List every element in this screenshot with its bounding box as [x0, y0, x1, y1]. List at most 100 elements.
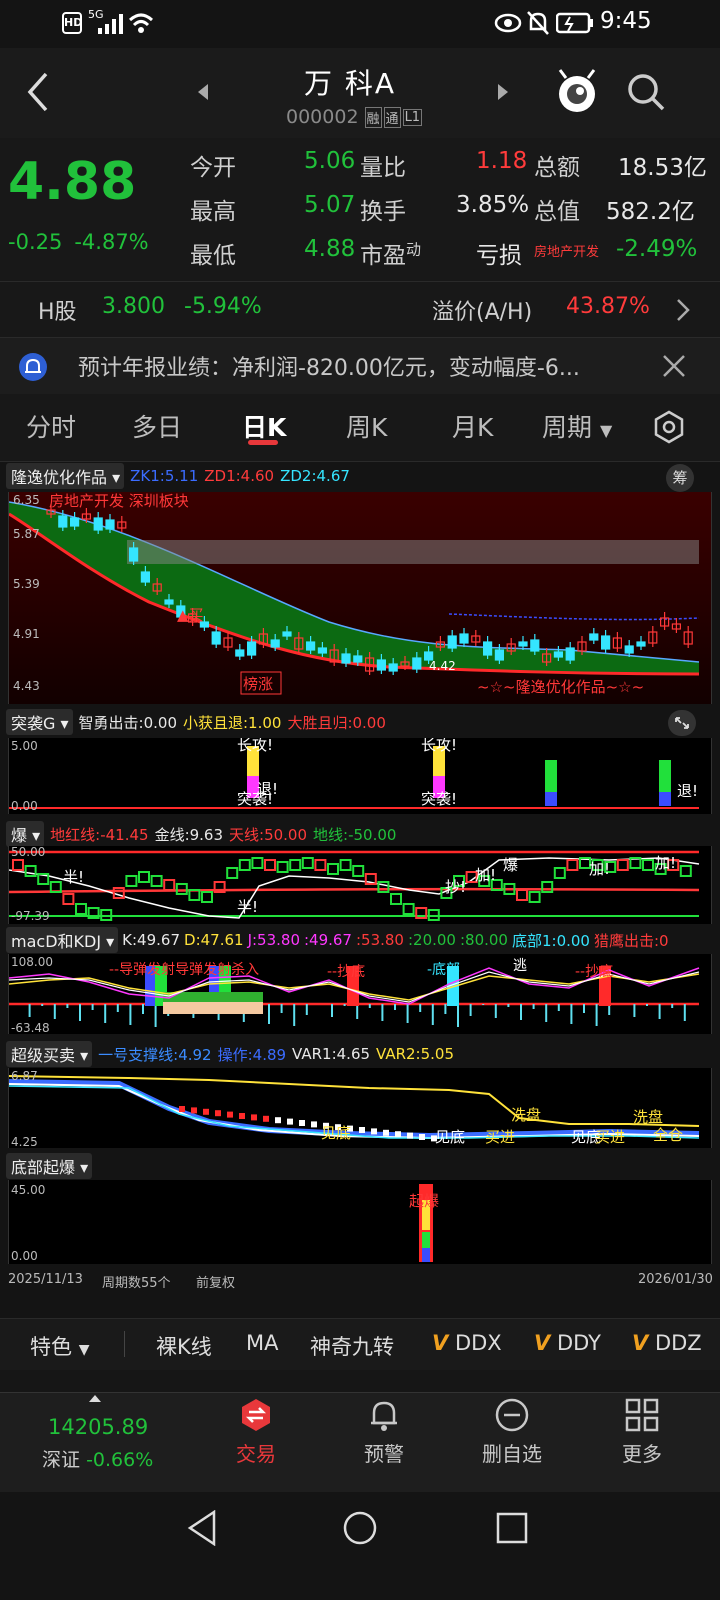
ind1-b: 小获且退:1.00	[182, 713, 282, 732]
prev-stock-icon[interactable]	[196, 82, 210, 102]
feature-naked-k[interactable]: 裸K线	[156, 1331, 212, 1361]
candle-body	[589, 633, 599, 641]
back-triangle-icon[interactable]	[186, 1510, 218, 1546]
active-tab-indicator	[248, 440, 278, 445]
feature-nine-turn[interactable]: 神奇九转	[310, 1331, 394, 1361]
ind1-bar	[659, 792, 671, 806]
feature-toolbar: 特色 ▼ 裸K线 MA 神奇九转 V DDX V DDY V DDZ	[0, 1318, 720, 1370]
ind4-mark-7: 洗盘	[633, 1108, 663, 1126]
notice-bar[interactable]: 预计年报业绩：净利润-820.00亿元，变动幅度-6...	[0, 338, 720, 394]
y-label-3: 5.39	[13, 577, 40, 591]
back-icon[interactable]	[24, 70, 50, 114]
ind4-chart[interactable]: 6.87 4.25 见底 见底 买进 洗盘 见底 买进 洗盘 全仓	[8, 1068, 712, 1148]
kline-chart[interactable]: 6.35 5.87 5.39 4.91 4.43 房地产开发 深圳板块 ▲买 榜…	[8, 492, 712, 704]
feature-select[interactable]: 特色 ▼	[30, 1331, 89, 1361]
ind2-mark-6: 加!	[589, 860, 610, 878]
ind4-mark-1: 见底	[321, 1124, 351, 1142]
tab-period[interactable]: 周期 ▼	[542, 408, 612, 444]
ind1-y-bot: 0.00	[11, 799, 38, 813]
tab-multiday[interactable]: 多日	[132, 408, 182, 444]
pe-value: 亏损	[476, 243, 522, 269]
ind3-d: D:47.61	[184, 931, 244, 949]
ind1-bar	[545, 792, 557, 806]
candle-body	[388, 663, 398, 672]
next-stock-icon[interactable]	[496, 82, 510, 102]
ind4-mark-6: 买进	[595, 1128, 625, 1146]
stock-header: 万 科A 000002 融 通 L1	[0, 48, 720, 138]
ind1-chart[interactable]: 5.00 0.00 长攻! 突袭! 退! 长攻! 突袭! 退!	[8, 738, 712, 814]
candle-body	[376, 659, 386, 671]
turnover-amount-label: 总额	[534, 155, 580, 181]
ind5-bar-green	[422, 1232, 430, 1248]
sector-link[interactable]: 房地产开发	[534, 241, 599, 260]
premium-label: 溢价(A/H)	[432, 300, 533, 325]
candle-body	[282, 631, 292, 637]
mascot-icon[interactable]	[556, 68, 598, 116]
candle-body	[270, 639, 280, 648]
y-label-2: 5.87	[13, 527, 40, 541]
candle-body	[58, 515, 68, 528]
ind4-square	[407, 1132, 413, 1139]
candle-body	[93, 517, 103, 531]
ind4-c: VAR1:4.65	[292, 1045, 371, 1063]
ind4-square	[275, 1117, 281, 1124]
index-value[interactable]: 14205.89	[48, 1415, 148, 1439]
candle-body	[247, 641, 257, 656]
nav-trade[interactable]: 交易	[206, 1397, 306, 1467]
search-icon[interactable]	[626, 72, 666, 112]
spacer	[0, 1370, 720, 1392]
ind1-select[interactable]: 突袭G ▾	[6, 709, 73, 735]
feature-ddy[interactable]: V DDY	[534, 1331, 601, 1355]
ind2-select[interactable]: 爆 ▾	[6, 821, 45, 847]
ind2-a: 地红线:-41.45	[50, 825, 149, 844]
quote-panel: 4.88 -0.25 -4.87% 今开 5.06 量比 1.18 总额 18.…	[0, 138, 720, 282]
ind2-chart[interactable]: 50.00 -97.39 半! 半! 抄! 加! 爆 加! 加!	[8, 846, 712, 924]
nav-more[interactable]: 更多	[592, 1397, 692, 1467]
index-name[interactable]: 深证 -0.66%	[42, 1445, 153, 1472]
ind5-chart[interactable]: 45.00 0.00 起爆	[8, 1180, 712, 1264]
tab-weekly-k[interactable]: 周K	[346, 408, 387, 444]
ind4-square	[287, 1118, 293, 1125]
candle-body	[624, 645, 634, 654]
ind4-square	[371, 1128, 377, 1135]
y-label-top: 6.35	[13, 493, 40, 507]
h-share-row[interactable]: H股 3.800 -5.94% 溢价(A/H) 43.87%	[0, 282, 720, 338]
tab-daily-k[interactable]: 日K	[242, 408, 286, 444]
ind2-mark-2: 半!	[237, 898, 258, 916]
chip-button[interactable]: 筹	[666, 464, 694, 492]
adjust-mode[interactable]: 前复权	[196, 1272, 235, 1291]
low-price-mark: 4.42	[429, 659, 456, 673]
expand-icon[interactable]	[668, 710, 696, 736]
ind5-select[interactable]: 底部起爆 ▾	[6, 1153, 93, 1179]
v-icon: V	[632, 1331, 649, 1355]
ind4-mark-8: 全仓	[653, 1126, 683, 1144]
sector-overlay: 房地产开发 深圳板块	[49, 492, 189, 510]
close-icon[interactable]	[662, 354, 686, 378]
candle-body	[483, 641, 493, 656]
ind2-mark-7: 加!	[655, 854, 676, 872]
nav-alert[interactable]: 预警	[334, 1397, 434, 1467]
buy-mark: ▲买	[177, 606, 204, 624]
ind3-select[interactable]: macD和KDJ ▾	[6, 927, 119, 953]
y-label-bottom: 4.43	[13, 679, 40, 693]
settings-hex-icon[interactable]	[652, 410, 686, 444]
home-circle-icon[interactable]	[342, 1510, 378, 1546]
feature-ddz[interactable]: V DDZ	[632, 1331, 702, 1355]
ind3-mark-2: --抄底	[327, 964, 365, 980]
tab-monthly-k[interactable]: 月K	[452, 408, 493, 444]
ind3-bar: macD和KDJ ▾ K:49.67 D:47.61 J:53.80 :49.6…	[6, 927, 669, 953]
main-indicator-select[interactable]: 隆逸优化作品 ▾	[6, 463, 125, 489]
candle-body	[353, 655, 363, 663]
stock-name: 万 科A	[303, 67, 397, 100]
recents-square-icon[interactable]	[496, 1512, 528, 1544]
candle-body	[636, 641, 646, 647]
ind4-select[interactable]: 超级买卖 ▾	[6, 1041, 93, 1067]
feature-ma[interactable]: MA	[246, 1331, 278, 1355]
ind3-chart[interactable]: 108.00 -63.48 --导弹发射导弹发射杀入 --抄底 -底部 逃 --…	[8, 954, 712, 1034]
nav-remove-watchlist[interactable]: 删自选	[462, 1397, 562, 1467]
tab-intraday[interactable]: 分时	[26, 408, 76, 444]
feature-ddx[interactable]: V DDX	[432, 1331, 502, 1355]
v-icon: V	[534, 1331, 551, 1355]
candle-body	[518, 641, 528, 647]
chevron-up-icon[interactable]	[88, 1393, 102, 1403]
